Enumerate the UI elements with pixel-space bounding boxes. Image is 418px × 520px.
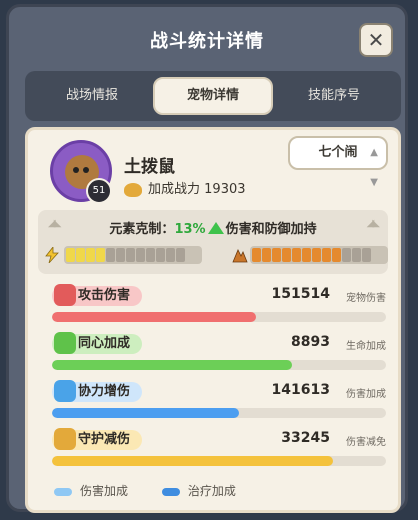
arrow-up-icon (207, 222, 224, 234)
pet-select-dropdown[interactable]: 七个闹 ▲ ▼ (288, 136, 388, 188)
shield-icon (54, 428, 76, 450)
stat-synergy-fill (52, 360, 293, 370)
element-left-segment (176, 248, 185, 262)
power-label: 加成战力 (148, 182, 201, 197)
heart-icon (54, 332, 76, 354)
element-prefix: 元素克制： (109, 222, 175, 237)
close-button[interactable]: ✕ (359, 23, 393, 57)
stat-guard-pill: 守护减伤 (52, 428, 143, 450)
element-left-segment (106, 248, 115, 262)
stat-synergy-pill: 同心加成 (52, 332, 143, 354)
stat-guard-label: 守护减伤 (78, 432, 131, 447)
pet-select-value: 七个闹 (318, 145, 358, 160)
attack-icon (54, 284, 76, 306)
stat-guard-value: 33245 (281, 430, 330, 446)
element-left-segment (66, 248, 75, 262)
stat-guard-track (52, 456, 386, 466)
stat-attack-value: 151514 (271, 286, 330, 302)
stat-synergy-label: 同心加成 (78, 336, 131, 351)
lightning-icon (45, 247, 59, 263)
element-right-segment (292, 248, 301, 262)
chevron-updown-icon: ▲ ▼ (370, 147, 378, 188)
element-right-segment (252, 248, 261, 262)
stat-cooperation-pill: 协力增伤 (52, 380, 143, 402)
element-left-segment (126, 248, 135, 262)
element-left-segment (156, 248, 165, 262)
stat-attack-track (52, 312, 386, 322)
stat-attack-sublabel: 宠物伤害 (346, 293, 386, 304)
stat-cooperation-sublabel: 伤害加成 (346, 389, 386, 400)
element-right-segment (302, 248, 311, 262)
legend: 伤害加成 治疗加成 (54, 482, 266, 499)
element-left-segment (96, 248, 105, 262)
cloud-icon (54, 380, 76, 402)
stat-cooperation-fill (52, 408, 240, 418)
stat-attack-fill (52, 312, 256, 322)
legend-label-heal: 治疗加成 (187, 484, 236, 498)
element-right-segment (272, 248, 281, 262)
stat-guard: 守护减伤 33245 伤害减免 (42, 428, 386, 474)
tab-pet-details[interactable]: 宠物详情 (153, 77, 273, 115)
stat-guard-fill (52, 456, 333, 466)
stat-cooperation-label: 协力增伤 (78, 384, 131, 399)
element-right-bar (250, 246, 388, 264)
stat-guard-sublabel: 伤害减免 (346, 437, 386, 448)
element-right-segment (312, 248, 321, 262)
panel-title: 战斗统计详情 (150, 31, 264, 52)
pet-detail-content: 51 土拨鼠 加成战力 19303 七个闹 ▲ ▼ ◢◣ ◢◣ 元素克制：13% 伤… (25, 127, 401, 513)
legend-swatch-damage (54, 487, 72, 496)
stat-synergy-track (52, 360, 386, 370)
stat-attack-label: 攻击伤害 (78, 288, 131, 303)
element-right-segment (262, 248, 271, 262)
element-left-bar (64, 246, 202, 264)
pet-name: 土拨鼠 (124, 157, 175, 177)
stat-cooperation: 协力增伤 141613 伤害加成 (42, 380, 386, 426)
element-right-segment (322, 248, 331, 262)
power-value: 19303 (204, 182, 246, 197)
tab-battle-intel[interactable]: 战场情报 (33, 77, 151, 115)
element-right-segment (362, 248, 371, 262)
legend-item-damage: 伤害加成 (54, 482, 128, 499)
element-left-segment (76, 248, 85, 262)
legend-item-heal: 治疗加成 (161, 482, 236, 499)
tab-skill-order[interactable]: 技能序号 (275, 77, 393, 115)
stat-attack-pill: 攻击伤害 (52, 284, 143, 306)
stat-synergy: 同心加成 8893 生命加成 (42, 332, 386, 378)
element-left-segment (86, 248, 95, 262)
element-left-segment (136, 248, 145, 262)
element-suffix: 伤害和防御加持 (225, 222, 317, 237)
pet-level-badge: 51 (86, 178, 112, 204)
element-left-segment (166, 248, 175, 262)
element-advantage-text: 元素克制：13% 伤害和防御加持 (38, 218, 388, 237)
stat-synergy-value: 8893 (291, 334, 330, 350)
stat-synergy-sublabel: 生命加成 (346, 341, 386, 352)
legend-label-damage: 伤害加成 (80, 484, 129, 498)
element-advantage-box: ◢◣ ◢◣ 元素克制：13% 伤害和防御加持 (38, 210, 388, 274)
stats-panel: 战斗统计详情 ✕ 战场情报 宠物详情 技能序号 51 土拨鼠 加成战力 1930… (6, 4, 408, 513)
element-right-segment (282, 248, 291, 262)
stat-cooperation-track (52, 408, 386, 418)
element-right-segment (342, 248, 351, 262)
element-right-segment (352, 248, 361, 262)
element-left-segment (116, 248, 125, 262)
rock-icon (232, 249, 248, 263)
element-right-segment (332, 248, 341, 262)
legend-swatch-heal (161, 487, 180, 496)
power-row: 加成战力 19303 (124, 178, 246, 197)
element-percent: 13% (174, 222, 206, 237)
power-icon (124, 182, 142, 197)
close-icon: ✕ (367, 28, 385, 52)
tab-bar: 战场情报 宠物详情 技能序号 (25, 71, 401, 121)
stat-cooperation-value: 141613 (271, 382, 330, 398)
element-left-segment (146, 248, 155, 262)
stat-attack: 攻击伤害 151514 宠物伤害 (42, 284, 386, 330)
